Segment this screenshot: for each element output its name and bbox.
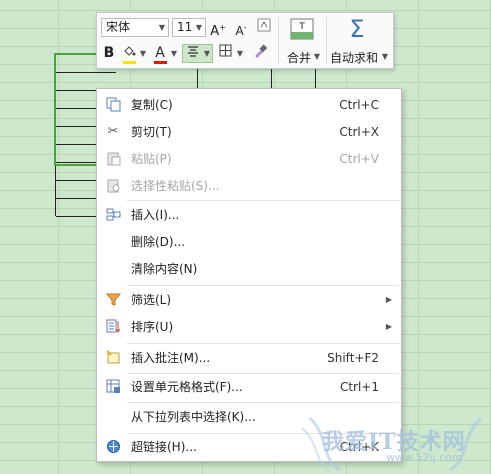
menu-item-cut[interactable]: ✂ 剪切(T) Ctrl+X [97,119,401,145]
menu-item-shortcut: Ctrl+X [339,125,379,139]
chevron-down-icon[interactable]: ▼ [381,47,389,66]
autosum-label: 自动求和 [330,51,379,65]
menu-separator [127,285,399,286]
menu-item-label: 超链接(H)... [131,440,197,454]
menu-item-filter[interactable]: 筛选(L) ▶ [97,287,401,313]
chevron-down-icon[interactable]: ▼ [139,44,147,63]
font-color-swatch [154,61,167,64]
insert-icon [105,207,121,223]
clear-format-icon [257,18,271,32]
hyperlink-icon [105,439,121,455]
menu-item-format-cells[interactable]: 设置单元格格式(F)... Ctrl+1 [97,374,401,400]
filter-icon [105,292,121,308]
borders-button[interactable] [216,44,234,63]
menu-item-shortcut: Ctrl+V [339,152,379,166]
paste-special-icon [105,178,121,194]
sort-icon [105,319,121,335]
format-painter-icon [255,44,268,58]
comment-icon [105,350,121,366]
menu-item-label: 清除内容(N) [131,262,198,276]
menu-separator [127,402,399,403]
menu-item-shortcut: Ctrl+C [339,98,379,112]
increase-font-button[interactable]: A+ [209,18,227,39]
menu-item-label: 排序(U) [131,320,174,334]
menu-item-paste[interactable]: 粘贴(P) Ctrl+V [97,146,401,172]
watermark-url: www.52ij.com [386,451,463,464]
merge-glyph: T [299,22,305,32]
menu-item-delete[interactable]: 删除(D)... [97,229,401,255]
font-color-icon: A [155,45,165,61]
menu-item-label: 复制(C) [131,98,173,112]
toolbar-separator [278,17,279,64]
chevron-right-icon: ▶ [385,295,392,304]
bold-button[interactable]: B [101,44,117,63]
menu-item-label: 删除(D)... [131,235,186,249]
menu-item-shortcut: Ctrl+1 [339,380,379,394]
decrease-font-button[interactable]: A- [232,18,250,38]
clear-format-button[interactable] [255,18,273,37]
menu-item-copy[interactable]: 复制(C) Ctrl+C [97,92,401,118]
format-cells-icon [105,379,121,395]
menu-item-label: 从下拉列表中选择(K)... [131,410,256,424]
chevron-down-icon: ▼ [195,23,202,32]
menu-item-insert[interactable]: 插入(I)... [97,202,401,228]
fill-color-swatch [123,61,136,64]
chevron-down-icon[interactable]: ▼ [170,44,178,63]
bold-icon: B [103,45,115,61]
decrease-font-icon: A [235,24,244,38]
chevron-down-icon[interactable]: ▼ [236,44,244,63]
align-center-button[interactable] [184,44,202,63]
menu-item-clear-contents[interactable]: 清除内容(N) [97,256,401,282]
autosum-button[interactable]: Σ [343,15,371,43]
paint-bucket-icon [124,46,136,56]
toolbar-separator [326,17,327,64]
format-painter-button[interactable] [251,44,269,63]
copy-icon [105,97,121,113]
merge-label: 合并 [287,51,312,65]
increase-font-icon: A [210,24,220,39]
borders-icon [219,44,231,57]
menu-item-label: 插入(I)... [131,208,180,222]
menu-separator [127,343,399,344]
align-center-icon [188,46,198,57]
menu-item-shortcut: Shift+F2 [327,351,379,365]
menu-item-paste-special[interactable]: 选择性粘贴(S)... [97,173,401,199]
paste-icon [105,151,121,167]
font-name-select[interactable]: 宋体 ▼ [101,18,169,37]
context-menu: 复制(C) Ctrl+C ✂ 剪切(T) Ctrl+X 粘贴(P) Ctrl+V… [96,88,402,462]
menu-item-label: 插入批注(M)... [131,351,211,365]
chevron-right-icon: ▶ [385,322,392,331]
menu-item-sort[interactable]: 排序(U) ▶ [97,314,401,340]
menu-separator [127,200,399,201]
selection-outline [54,53,99,166]
menu-item-label: 剪切(T) [131,125,172,139]
menu-item-label: 选择性粘贴(S)... [131,179,220,193]
mini-toolbar: 宋体 ▼ 11 ▼ A+ A- B ▼ A ▼ ▼ ▼ T 合并 ▼ Σ 自动求… [96,12,394,69]
sum-icon: Σ [349,15,365,43]
menu-item-label: 筛选(L) [131,293,172,307]
chevron-down-icon[interactable]: ▼ [313,47,321,66]
font-name-value: 宋体 [106,20,131,34]
chevron-down-icon[interactable]: ▼ [203,44,211,63]
font-size-select[interactable]: 11 ▼ [172,18,206,37]
menu-item-insert-comment[interactable]: 插入批注(M)... Shift+F2 [97,345,401,371]
scissors-icon: ✂ [107,124,119,139]
chevron-down-icon: ▼ [158,23,165,32]
font-size-value: 11 [177,20,193,34]
menu-item-label: 粘贴(P) [131,152,172,166]
menu-item-label: 设置单元格格式(F)... [131,380,243,394]
